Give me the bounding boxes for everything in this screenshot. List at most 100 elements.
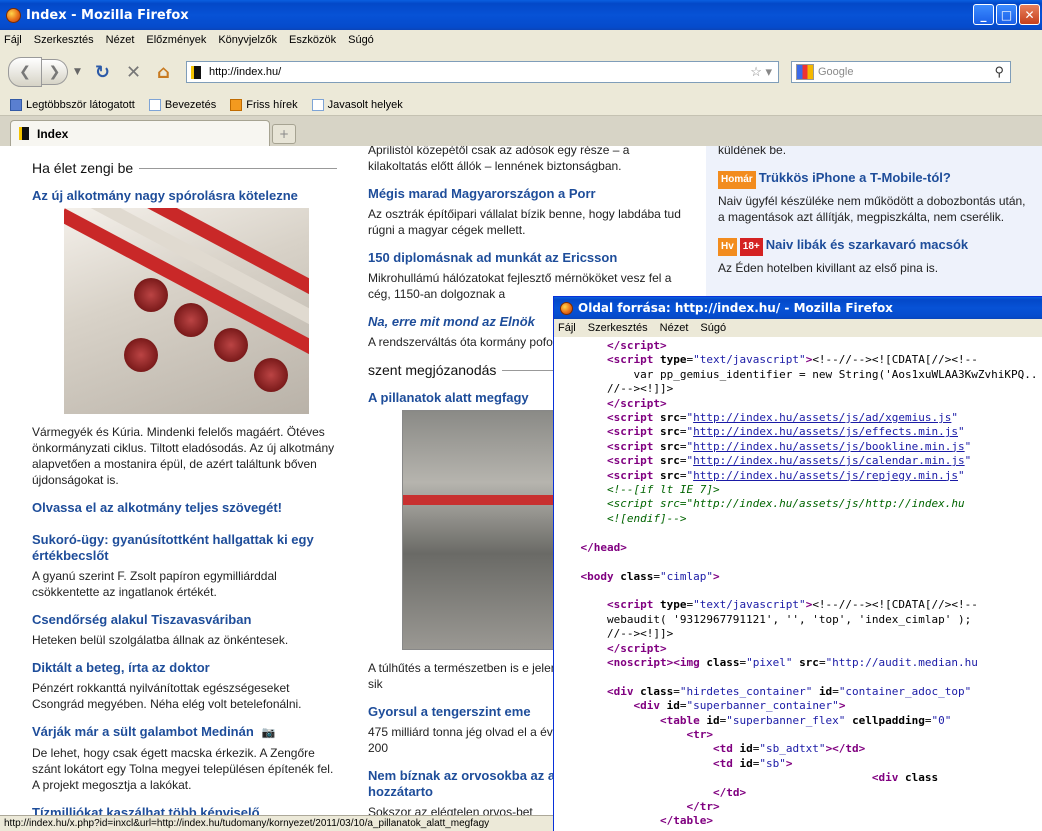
forward-arrow-icon: ❯: [48, 64, 61, 80]
menu-edit[interactable]: Szerkesztés: [588, 322, 648, 334]
article-link[interactable]: Várják már a sült galambot Medinán 📷: [32, 724, 337, 741]
article-link[interactable]: 150 diplomásnak ad munkát az Ericsson: [368, 250, 688, 266]
view-source-window: Oldal forrása: http://index.hu/ - Mozill…: [553, 296, 1042, 831]
minimize-button[interactable]: _: [973, 4, 994, 25]
stop-icon[interactable]: ✕: [126, 62, 141, 83]
reload-icon[interactable]: ↻: [95, 62, 110, 83]
article-link[interactable]: Hv 18+ Naiv libák és szarkavaró macsók: [718, 237, 1030, 256]
adult-badge: 18+: [739, 238, 763, 256]
new-tab-button[interactable]: +: [272, 124, 296, 144]
history-dropdown-icon[interactable]: ▼: [74, 67, 81, 77]
source-title-bar[interactable]: Oldal forrása: http://index.hu/ - Mozill…: [554, 297, 1042, 319]
news-item: Diktált a beteg, írta az doktor Pénzért …: [32, 660, 337, 712]
label-badge: Homár: [718, 171, 756, 189]
search-input[interactable]: Google ⚲: [791, 61, 1011, 83]
headline-image[interactable]: [64, 208, 309, 414]
menu-file[interactable]: Fájl: [4, 34, 22, 46]
firefox-icon: [6, 7, 21, 23]
source-code-view[interactable]: </script> <script type="text/javascript"…: [554, 337, 1042, 831]
article-link[interactable]: Csendőrség alakul Tiszavasváriban: [32, 612, 337, 628]
section-title: Ha élet zengi be: [32, 160, 134, 176]
url-bar[interactable]: http://index.hu/ ☆ ▾: [186, 61, 779, 83]
headline-lead: Vármegyék és Kúria. Mindenki felelős mag…: [32, 425, 335, 487]
site-favicon: [191, 65, 201, 79]
article-link[interactable]: Diktált a beteg, írta az doktor: [32, 660, 337, 676]
news-item: 150 diplomásnak ad munkát az Ericsson Mi…: [368, 250, 688, 302]
source-menu-bar: Fájl Szerkesztés Nézet Súgó: [554, 319, 1042, 337]
menu-bookmarks[interactable]: Könyvjelzők: [218, 34, 277, 46]
tab-title: Index: [37, 126, 69, 141]
article-summary: A gyanú szerint F. Zsolt papíron egymill…: [32, 569, 277, 599]
article-summary: De lehet, hogy csak égett macska érkezik…: [32, 746, 334, 792]
news-item: Hv 18+ Naiv libák és szarkavaró macsók Az …: [718, 237, 1030, 276]
headline-link[interactable]: Az új alkotmány nagy spórolásra kötelezn…: [32, 188, 337, 204]
bookmark-suggested-sites[interactable]: Javasolt helyek: [311, 98, 403, 111]
article-title: Várják már a sült galambot Medinán: [32, 724, 254, 739]
article-summary: Naiv ügyfél készüléke nem működött a dob…: [718, 194, 1026, 224]
bookmark-label: Bevezetés: [164, 98, 217, 111]
back-arrow-icon: ❮: [19, 64, 31, 80]
bookmark-star-icon[interactable]: ☆ ▾: [744, 64, 778, 80]
menu-edit[interactable]: Szerkesztés: [34, 34, 94, 46]
window-title: Index - Mozilla Firefox: [26, 7, 189, 23]
tab-index[interactable]: Index: [10, 120, 270, 146]
close-button[interactable]: ✕: [1019, 4, 1040, 25]
article-summary: Az osztrák építőipari vállalat bízik ben…: [368, 207, 681, 237]
plus-icon: +: [278, 127, 290, 141]
source-window-title: Oldal forrása: http://index.hu/ - Mozill…: [578, 301, 893, 315]
page-icon: [311, 98, 324, 111]
forward-button[interactable]: ❯: [42, 59, 68, 85]
camera-icon: 📷: [261, 727, 276, 739]
menu-history[interactable]: Előzmények: [146, 34, 206, 46]
search-icon[interactable]: ⚲: [994, 64, 1010, 80]
news-item: Csendőrség alakul Tiszavasváriban Heteke…: [32, 612, 337, 648]
page-icon: [148, 98, 161, 111]
menu-help[interactable]: Súgó: [700, 322, 726, 334]
news-item: Mégis marad Magyarországon a Porr Az osz…: [368, 186, 688, 238]
article-summary: Heteken belül szolgálatba állnak az önké…: [32, 633, 289, 647]
news-item: Homár Trükkös iPhone a T-Mobile-tól? Naiv…: [718, 170, 1030, 225]
bookmarks-toolbar: Legtöbbször látogatott Bevezetés Friss h…: [0, 94, 1042, 116]
menu-view[interactable]: Nézet: [660, 322, 689, 334]
menu-view[interactable]: Nézet: [106, 34, 135, 46]
news-item: Várják már a sült galambot Medinán 📷 De l…: [32, 724, 337, 793]
article-summary: Áprilistól közepétől csak az adósok egy …: [368, 146, 630, 173]
navigation-toolbar: ❮ ❯ ▼ ↻ ✕ ⌂ http://index.hu/ ☆ ▾ Google …: [0, 50, 1042, 94]
google-engine-icon[interactable]: [796, 64, 814, 80]
article-link[interactable]: Sukoró-ügy: gyanúsítottként hallgattak k…: [32, 532, 337, 564]
section-title: szent megjózanodás: [368, 362, 497, 378]
maximize-button[interactable]: □: [996, 4, 1017, 25]
bookmark-latest-headlines[interactable]: Friss hírek: [230, 98, 298, 111]
tab-bar: Index +: [0, 116, 1042, 146]
bookmark-most-visited[interactable]: Legtöbbször látogatott: [10, 98, 135, 111]
menu-tools[interactable]: Eszközök: [289, 34, 336, 46]
article-link[interactable]: Mégis marad Magyarországon a Porr: [368, 186, 688, 202]
menu-bar: Fájl Szerkesztés Nézet Előzmények Könyvj…: [0, 30, 1042, 50]
label-badge: Hv: [718, 238, 737, 256]
news-item: Tízmilliókat kaszálhat több képviselő: [32, 805, 337, 815]
article-link[interactable]: Olvassa el az alkotmány teljes szövegét!: [32, 500, 337, 516]
article-title: Naiv libák és szarkavaró macsók: [765, 237, 969, 252]
url-text: http://index.hu/: [209, 66, 282, 78]
news-item: Olvassa el az alkotmány teljes szövegét!: [32, 500, 337, 516]
article-title: Trükkös iPhone a T-Mobile-tól?: [758, 170, 951, 185]
article-link[interactable]: Tízmilliókat kaszálhat több képviselő: [32, 805, 337, 815]
back-button[interactable]: ❮: [8, 57, 42, 87]
most-visited-icon: [10, 98, 22, 111]
bookmark-getting-started[interactable]: Bevezetés: [148, 98, 217, 111]
home-icon[interactable]: ⌂: [157, 62, 170, 83]
menu-help[interactable]: Súgó: [348, 34, 374, 46]
site-favicon: [19, 127, 29, 140]
bookmark-label: Javasolt helyek: [327, 98, 403, 111]
search-placeholder: Google: [818, 66, 854, 78]
article-summary: küldének be.: [718, 146, 787, 157]
article-link[interactable]: Homár Trükkös iPhone a T-Mobile-tól?: [718, 170, 1030, 189]
article-summary: Pénzért rokkanttá nyilvánítottak egészsé…: [32, 681, 302, 711]
article-summary: Az Éden hotelben kivillant az első pina …: [718, 261, 939, 275]
news-item: Sukoró-ügy: gyanúsítottként hallgattak k…: [32, 532, 337, 600]
title-bar[interactable]: Index - Mozilla Firefox _ □ ✕: [0, 0, 1042, 30]
menu-file[interactable]: Fájl: [558, 322, 576, 334]
section-heading: Ha élet zengi be: [32, 160, 337, 176]
bookmark-label: Friss hírek: [246, 98, 298, 111]
rss-icon: [230, 98, 243, 111]
